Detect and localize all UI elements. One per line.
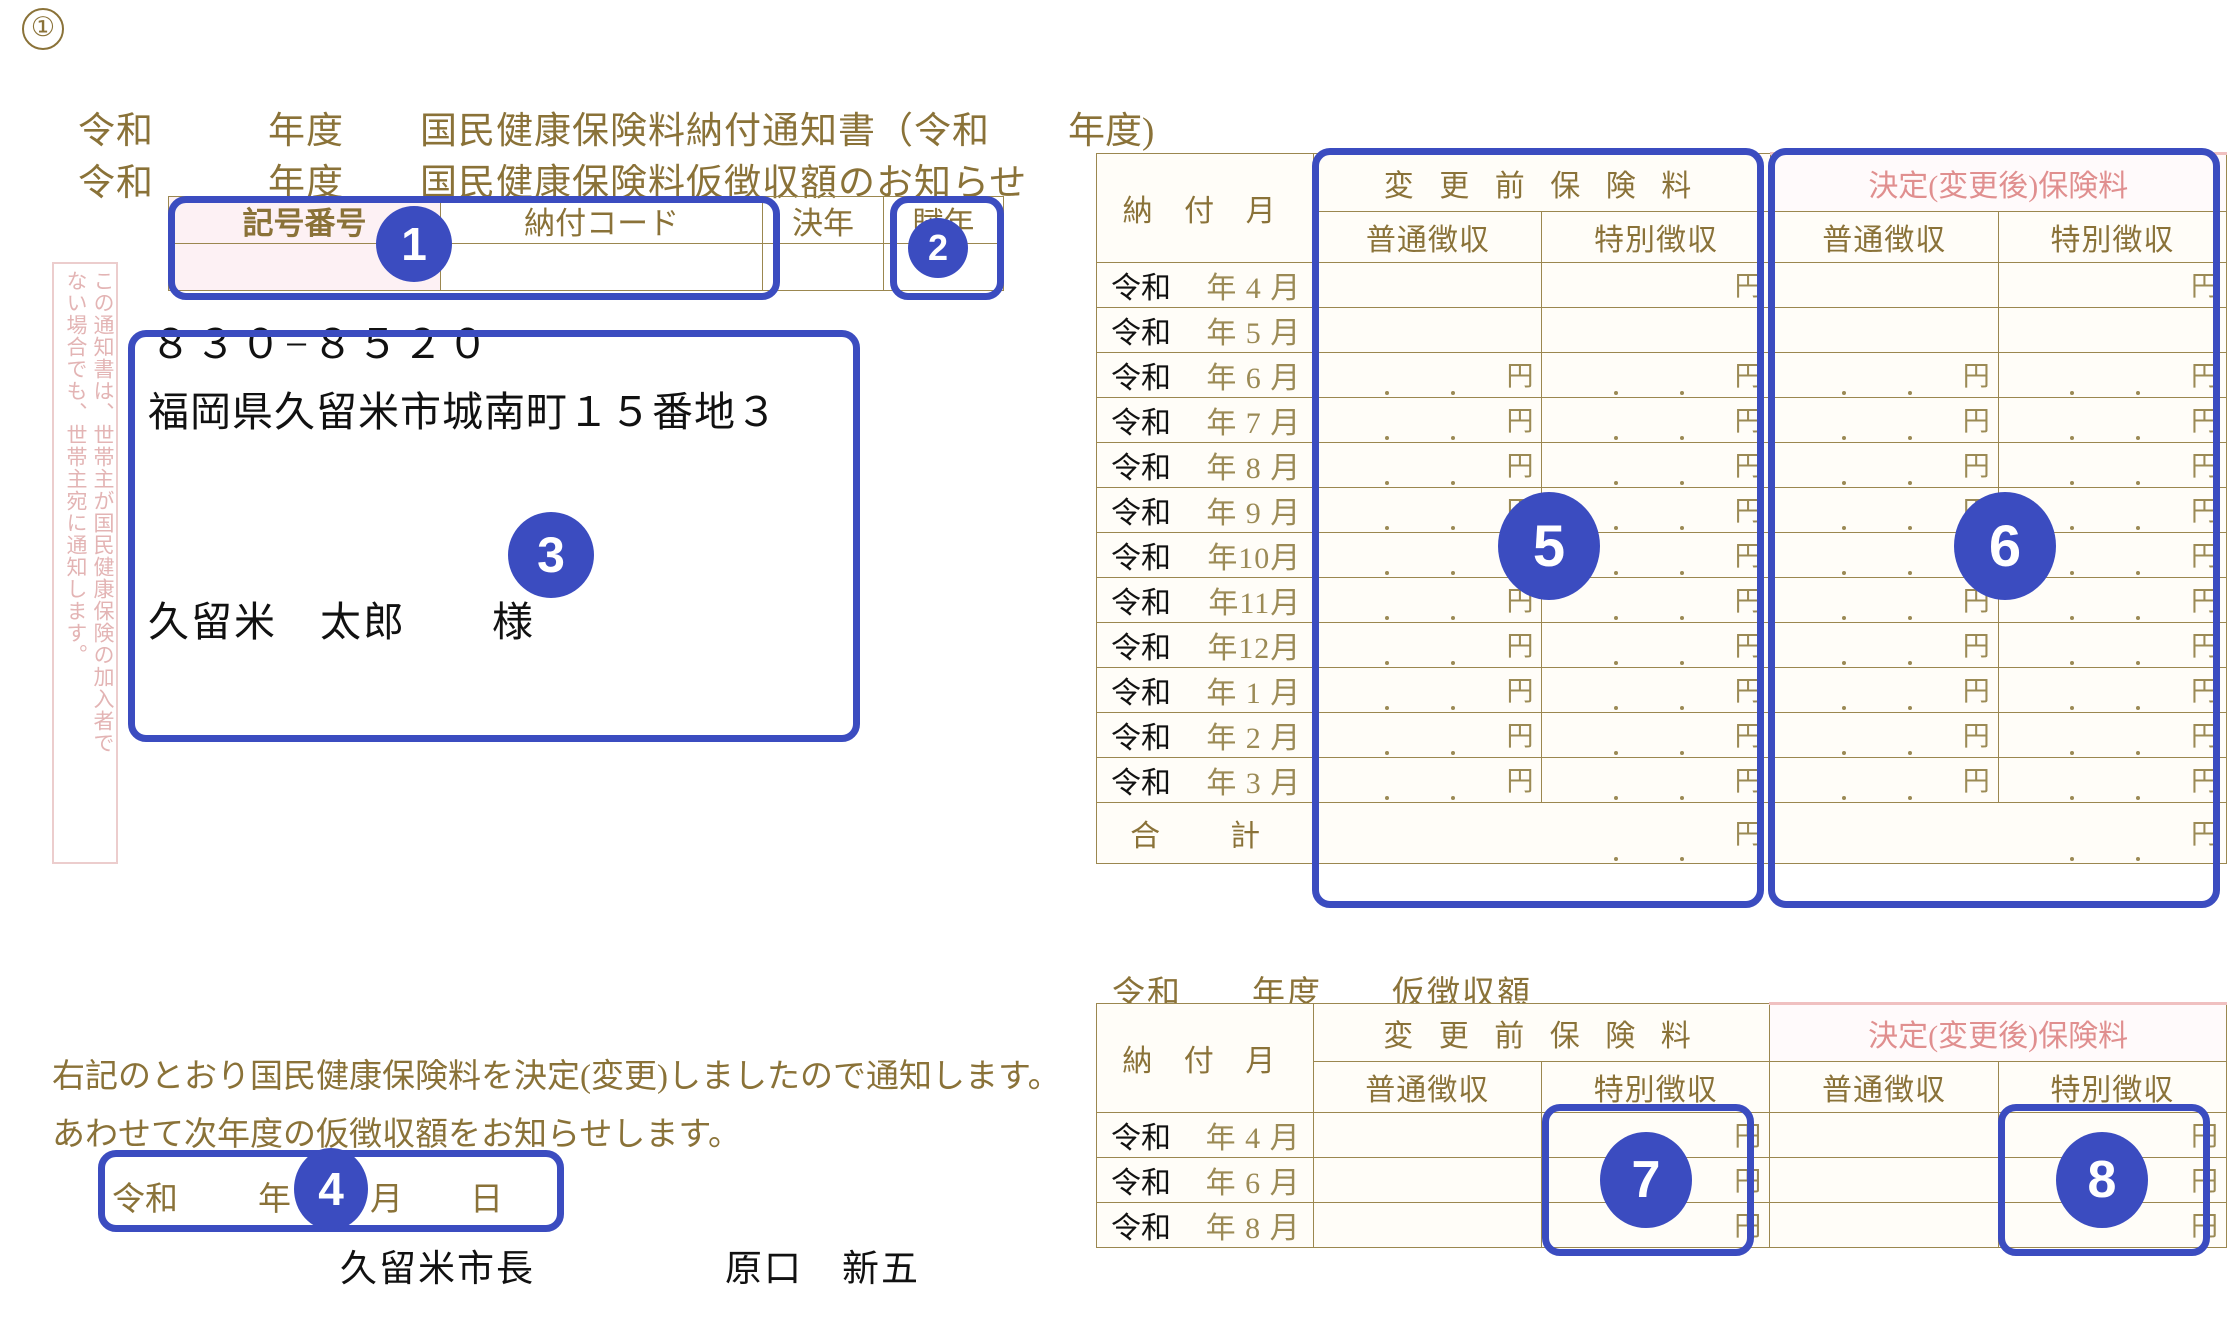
annotation-bubble-8[interactable]: 8 — [2056, 1132, 2148, 1228]
annotation-bubble-7[interactable]: 7 — [1600, 1132, 1692, 1228]
row-era: 令和 — [1111, 407, 1171, 440]
code-header-ketsunen: 決年 — [762, 196, 884, 244]
issuer-title: 久留米市長 — [340, 1249, 535, 1290]
row-month: 年 6 月 — [1206, 362, 1302, 395]
sub-th-after-ordinary: 普通徴収 — [1769, 1061, 1999, 1113]
cell-before-ordinary[interactable] — [1312, 1202, 1542, 1248]
main-th-month: 納 付 月 — [1095, 153, 1315, 263]
row-month-cell: 令和 年 6 月 — [1095, 352, 1315, 398]
document-page: ① 令和 年度 国民健康保険料納付通知書（令和 年度) 令和 年度 国民健康保険… — [0, 0, 2227, 1337]
row-era: 令和 — [1111, 767, 1171, 800]
row-month-cell: 令和 年 9 月 — [1095, 487, 1315, 533]
statement-line1: 右記のとおり国民健康保険料を決定(変更)しましたので通知します。 — [52, 1059, 1061, 1095]
issuer-name: 原口 新五 — [725, 1249, 920, 1290]
row-month-cell: 令和 年 8 月 — [1096, 1202, 1314, 1248]
row-era: 令和 — [1111, 1167, 1171, 1200]
issuer-signature-row: 久留米市長 原口 新五 — [340, 1238, 920, 1292]
row-month-cell: 令和 年 1 月 — [1095, 667, 1315, 713]
row-era: 令和 — [1111, 1122, 1171, 1155]
row-month: 年11月 — [1208, 587, 1302, 620]
row-era: 令和 — [1111, 272, 1171, 305]
row-era: 令和 — [1111, 542, 1171, 575]
row-month-cell: 令和 年 4 月 — [1095, 262, 1315, 308]
row-month: 年10月 — [1207, 542, 1302, 575]
notice-title-line1-right: 年度) — [1068, 111, 1155, 152]
cell-before-ordinary[interactable] — [1312, 1112, 1542, 1158]
row-month-cell: 令和 年 2 月 — [1095, 712, 1315, 758]
row-month-cell: 令和 年11月 — [1095, 577, 1315, 623]
row-era: 令和 — [1111, 497, 1171, 530]
annotation-bubble-5[interactable]: 5 — [1498, 492, 1600, 600]
row-month-cell: 令和 年 5 月 — [1095, 307, 1315, 353]
annotation-box-1 — [168, 196, 780, 300]
sub-th-month: 納 付 月 — [1096, 1003, 1314, 1113]
row-month: 年 2 月 — [1206, 722, 1302, 755]
statement-paragraph: 右記のとおり国民健康保険料を決定(変更)しましたので通知します。 あわせて次年度… — [52, 1048, 1061, 1164]
row-month-cell: 令和 年 3 月 — [1095, 757, 1315, 803]
row-month-cell: 令和 年 7 月 — [1095, 397, 1315, 443]
sub-th-group-after: 決定(変更後)保険料 — [1769, 1002, 2227, 1062]
row-month-cell: 令和 年 8 月 — [1095, 442, 1315, 488]
row-month: 年 4 月 — [1206, 272, 1302, 305]
annotation-box-3 — [128, 330, 860, 742]
sub-th-group-before: 変 更 前 保 険 料 — [1312, 1003, 1771, 1062]
row-month: 年 5 月 — [1206, 317, 1302, 350]
main-total-label: 合 計 — [1095, 802, 1315, 864]
vertical-notice-box: この通知書は、世帯主が国民健康保険の加入者で ない場合でも、世帯主宛に通知します… — [52, 262, 118, 864]
vertical-notice-col-right: この通知書は、世帯主が国民健康保険の加入者で — [91, 270, 115, 754]
row-month: 年 4 月 — [1205, 1122, 1301, 1155]
row-era: 令和 — [1111, 632, 1171, 665]
annotation-bubble-4[interactable]: 4 — [294, 1148, 368, 1230]
row-month-cell: 令和 年 4 月 — [1096, 1112, 1314, 1158]
annotation-bubble-2[interactable]: 2 — [908, 218, 968, 278]
row-era: 令和 — [1111, 722, 1171, 755]
row-month-cell: 令和 年10月 — [1095, 532, 1315, 578]
notice-title-line1: 令和 年度 国民健康保険料納付通知書（令和 — [78, 111, 990, 152]
row-month: 年12月 — [1207, 632, 1302, 665]
cell-after-ordinary[interactable] — [1769, 1112, 1999, 1158]
cell-after-ordinary[interactable] — [1769, 1202, 1999, 1248]
vertical-notice-col-left: ない場合でも、世帯主宛に通知します。 — [64, 270, 88, 666]
row-month: 年 6 月 — [1205, 1167, 1301, 1200]
cell-before-ordinary[interactable] — [1312, 1157, 1542, 1203]
row-month-cell: 令和 年 6 月 — [1096, 1157, 1314, 1203]
row-month: 年 8 月 — [1206, 452, 1302, 485]
row-era: 令和 — [1111, 587, 1171, 620]
row-era: 令和 — [1111, 677, 1171, 710]
row-era: 令和 — [1111, 317, 1171, 350]
item-marker-circle: ① — [22, 8, 64, 50]
row-month: 年 9 月 — [1206, 497, 1302, 530]
row-era: 令和 — [1111, 1212, 1171, 1245]
annotation-bubble-6[interactable]: 6 — [1954, 492, 2056, 600]
cell-after-ordinary[interactable] — [1769, 1157, 1999, 1203]
row-era: 令和 — [1111, 362, 1171, 395]
code-value-ketsunen[interactable] — [762, 243, 884, 291]
annotation-bubble-3[interactable]: 3 — [508, 512, 594, 598]
row-month: 年 8 月 — [1205, 1212, 1301, 1245]
annotation-bubble-1[interactable]: 1 — [376, 206, 452, 282]
row-era: 令和 — [1111, 452, 1171, 485]
row-month: 年 3 月 — [1206, 767, 1302, 800]
sub-th-before-ordinary: 普通徴収 — [1312, 1061, 1542, 1113]
row-month: 年 1 月 — [1206, 677, 1302, 710]
row-month: 年 7 月 — [1206, 407, 1302, 440]
row-month-cell: 令和 年12月 — [1095, 622, 1315, 668]
